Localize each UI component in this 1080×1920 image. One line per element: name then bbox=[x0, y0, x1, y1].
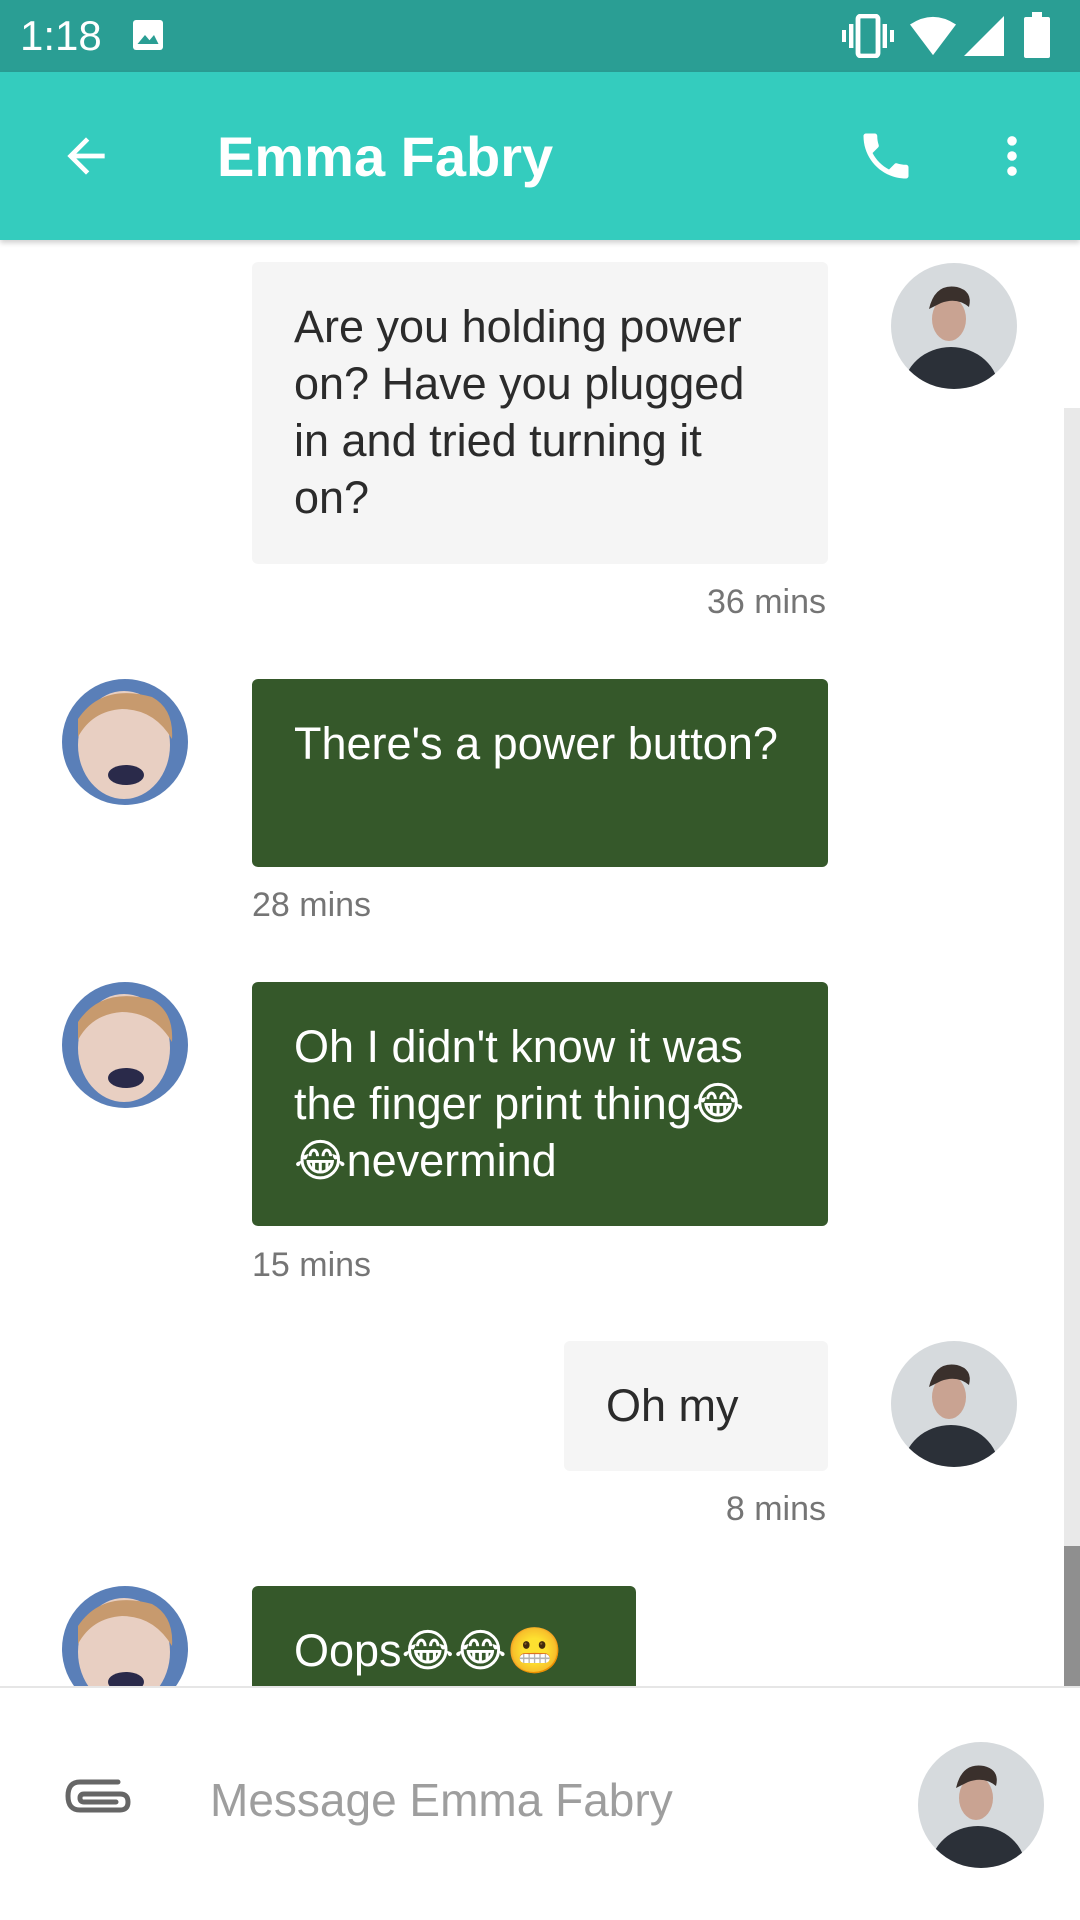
message-text: Are you holding power on? Have you plugg… bbox=[294, 301, 745, 523]
avatar-self[interactable] bbox=[918, 1742, 1044, 1868]
message-bubble-incoming[interactable]: Oops😂😂😬 bbox=[252, 1586, 636, 1686]
avatar-self[interactable] bbox=[891, 1341, 1017, 1467]
user-photo-icon bbox=[918, 1742, 1044, 1868]
user-photo-icon bbox=[891, 263, 1017, 389]
call-button[interactable] bbox=[842, 112, 930, 200]
avatar-contact[interactable] bbox=[62, 1586, 188, 1686]
avatar-contact[interactable] bbox=[62, 679, 188, 805]
message-timestamp: 36 mins bbox=[706, 583, 826, 621]
scrollbar-track[interactable] bbox=[1064, 408, 1080, 1684]
more-options-button[interactable] bbox=[968, 112, 1056, 200]
message-input[interactable] bbox=[210, 1760, 890, 1840]
app-toolbar: Emma Fabry bbox=[0, 72, 1080, 240]
battery-icon bbox=[1024, 12, 1050, 58]
message-timestamp: 8 mins bbox=[725, 1490, 826, 1528]
user-photo-icon bbox=[62, 679, 188, 805]
status-bar: 1:18 bbox=[0, 0, 1080, 72]
status-time: 1:18 bbox=[20, 12, 102, 59]
message-bubble-outgoing[interactable]: Are you holding power on? Have you plugg… bbox=[252, 262, 828, 564]
wifi-icon bbox=[910, 16, 956, 56]
message-timestamp: 15 mins bbox=[252, 1246, 372, 1284]
more-vert-icon bbox=[1007, 136, 1017, 176]
message-text: Oh my bbox=[606, 1380, 739, 1431]
paperclip-icon bbox=[65, 1779, 131, 1813]
user-photo-icon bbox=[62, 982, 188, 1108]
message-bubble-incoming[interactable]: Oh I didn't know it was the finger print… bbox=[252, 982, 828, 1226]
conversation-screen: 1:18 Emma Fabry Are you holding power on… bbox=[0, 0, 1080, 1920]
message-text: There's a power button? bbox=[294, 718, 778, 769]
arrow-left-icon bbox=[67, 137, 105, 175]
image-icon bbox=[133, 20, 163, 50]
scrollbar-thumb[interactable] bbox=[1064, 1546, 1080, 1686]
signal-icon bbox=[964, 16, 1004, 56]
attach-button[interactable] bbox=[52, 1756, 142, 1846]
conversation-title: Emma Fabry bbox=[217, 125, 554, 188]
back-button[interactable] bbox=[42, 112, 130, 200]
message-text: Oh I didn't know it was the finger print… bbox=[294, 1021, 745, 1186]
message-bubble-outgoing[interactable]: Oh my bbox=[564, 1341, 828, 1471]
message-list[interactable]: Are you holding power on? Have you plugg… bbox=[0, 240, 1080, 1686]
message-timestamp: 28 mins bbox=[252, 886, 372, 924]
avatar-self[interactable] bbox=[891, 263, 1017, 389]
user-photo-icon bbox=[891, 1341, 1017, 1467]
message-bubble-incoming[interactable]: There's a power button? bbox=[252, 679, 828, 867]
vibrate-icon bbox=[842, 14, 894, 58]
avatar-contact[interactable] bbox=[62, 982, 188, 1108]
user-photo-icon bbox=[62, 1586, 188, 1686]
phone-icon bbox=[863, 133, 909, 179]
message-composer bbox=[0, 1686, 1080, 1920]
message-text: Oops😂😂😬 bbox=[294, 1625, 563, 1676]
